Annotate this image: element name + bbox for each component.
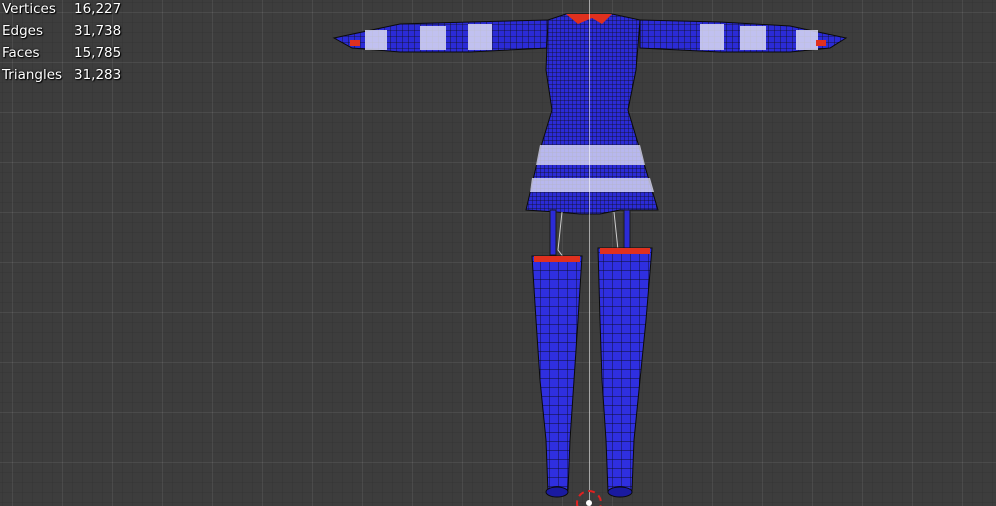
right-stocking xyxy=(597,247,653,493)
armature-bone-line xyxy=(589,0,590,506)
3d-viewport[interactable]: Vertices 16,227 Edges 31,738 Faces 15,78… xyxy=(0,0,996,506)
stat-value: 31,738 xyxy=(74,23,122,39)
statistics-overlay: Vertices 16,227 Edges 31,738 Faces 15,78… xyxy=(2,0,128,86)
stat-row-triangles: Triangles 31,283 xyxy=(2,64,128,86)
stat-value: 31,283 xyxy=(74,67,122,83)
stat-label: Triangles xyxy=(2,67,63,83)
stat-row-vertices: Vertices 16,227 xyxy=(2,0,128,20)
stat-label: Faces xyxy=(2,45,40,61)
stat-label: Edges xyxy=(2,23,44,39)
character-mesh[interactable] xyxy=(0,0,996,506)
stat-value: 16,227 xyxy=(74,1,122,17)
stat-value: 15,785 xyxy=(74,45,122,61)
stat-row-edges: Edges 31,738 xyxy=(2,20,128,42)
stat-label: Vertices xyxy=(2,1,56,17)
left-stocking xyxy=(531,255,583,493)
stat-row-faces: Faces 15,785 xyxy=(2,42,128,64)
